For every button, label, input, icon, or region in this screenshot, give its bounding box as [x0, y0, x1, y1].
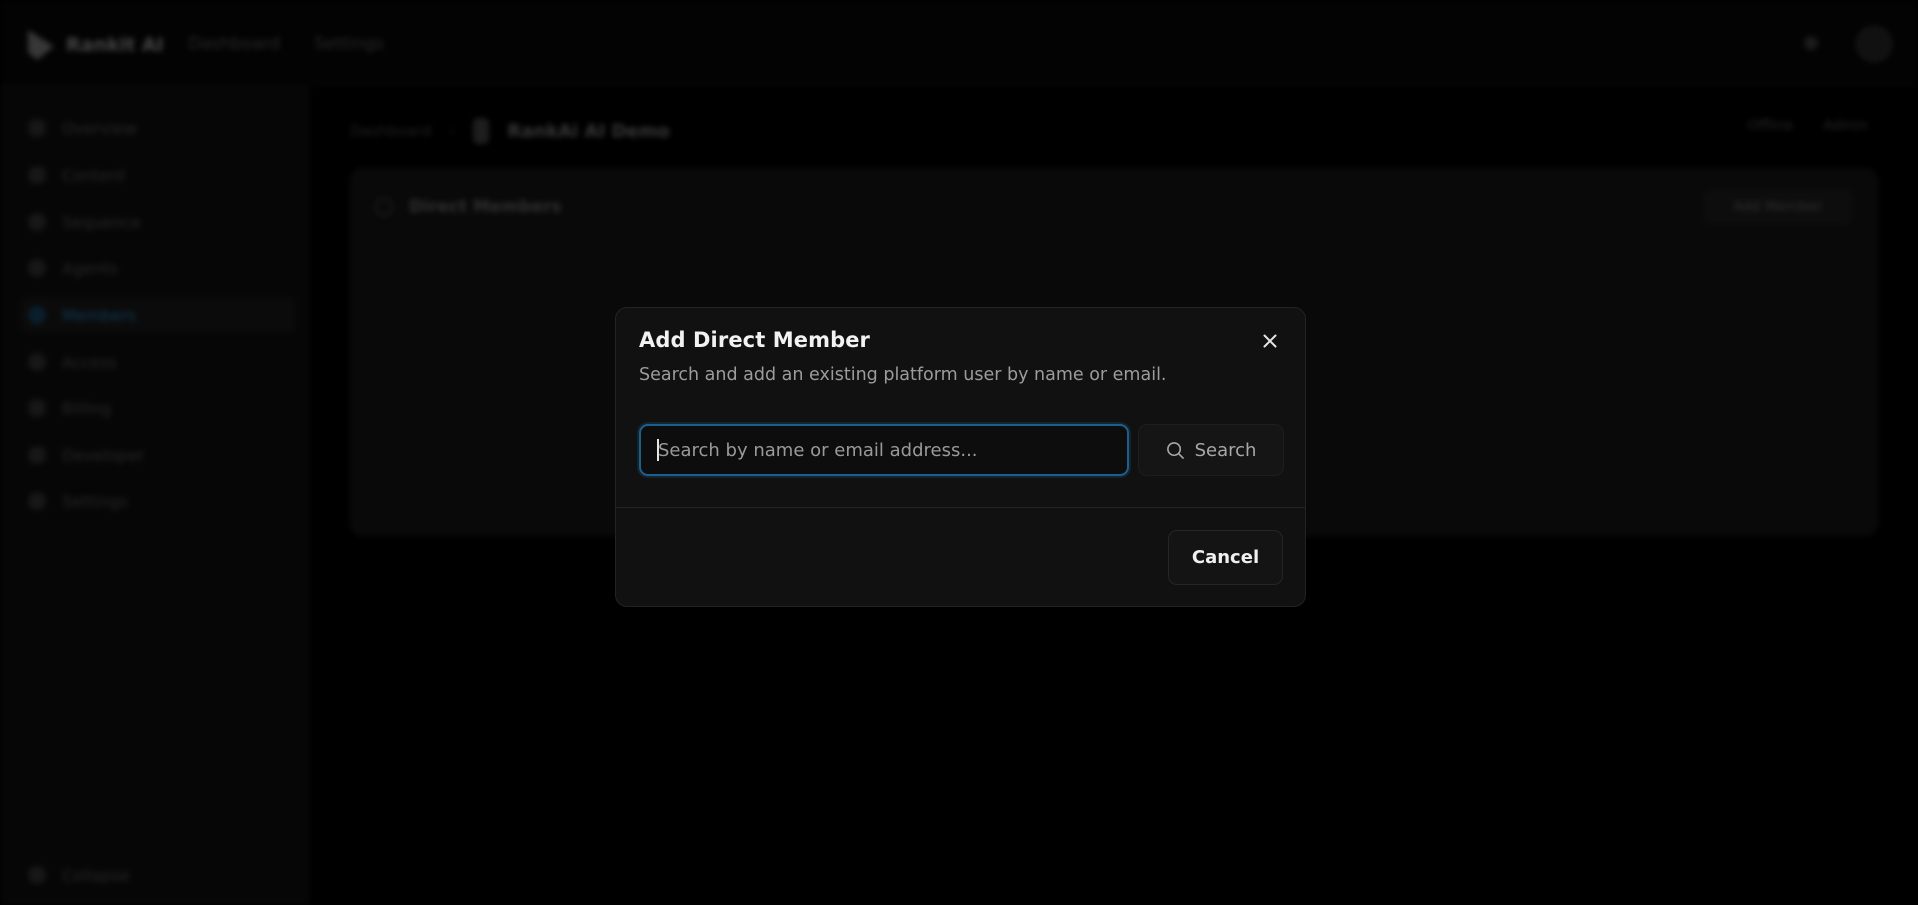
add-member-dialog: Add Direct Member Search and add an exis… — [615, 307, 1306, 607]
search-icon — [1166, 441, 1184, 459]
close-button[interactable] — [1257, 328, 1283, 354]
text-caret — [657, 439, 659, 461]
search-button-label: Search — [1194, 439, 1257, 461]
dialog-divider — [616, 507, 1305, 508]
close-icon — [1263, 334, 1277, 348]
search-button[interactable]: Search — [1138, 424, 1284, 476]
search-input[interactable] — [639, 424, 1129, 476]
dialog-description: Search and add an existing platform user… — [639, 365, 1167, 385]
cancel-button[interactable]: Cancel — [1168, 530, 1283, 585]
dialog-title: Add Direct Member — [639, 328, 871, 352]
